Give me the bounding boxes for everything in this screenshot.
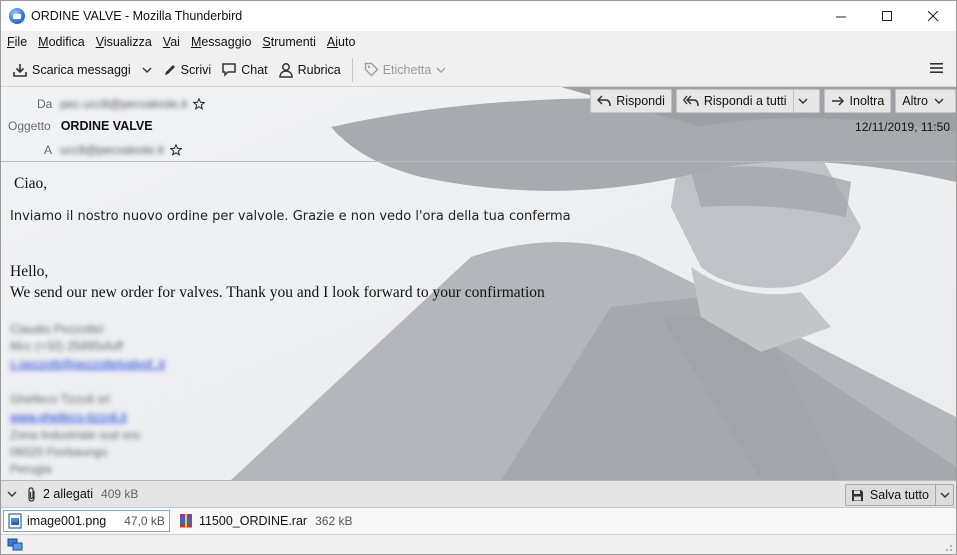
window-controls xyxy=(818,1,956,31)
attachment-item[interactable]: image001.png 47,0 kB xyxy=(3,510,170,532)
greeting-italian: Ciao, xyxy=(14,175,48,192)
close-button[interactable] xyxy=(910,1,956,31)
reply-all-button[interactable]: Rispondi a tutti xyxy=(675,89,820,113)
attachments-bar: 2 allegati 409 kB Salva tutto xyxy=(1,480,956,508)
more-button[interactable]: Altro xyxy=(895,89,956,113)
maximize-button[interactable] xyxy=(864,1,910,31)
menu-view[interactable]: Visualizza xyxy=(96,35,152,49)
forward-arrow-icon xyxy=(831,96,844,106)
main-toolbar: Scarica messaggi Scrivi Chat Rubrica Eti… xyxy=(1,53,956,87)
get-messages-dropdown[interactable] xyxy=(136,57,158,83)
star-icon[interactable] xyxy=(193,98,206,110)
message-date: 12/11/2019, 11:50 xyxy=(855,120,950,134)
from-address[interactable]: pec-ucc8@pecvalvole.it xyxy=(60,97,187,111)
signature-email-link[interactable]: c.pezzotti@pezzottelvalvof..it xyxy=(10,357,165,371)
menu-help[interactable]: Aiuto xyxy=(327,35,356,49)
thunderbird-app-icon xyxy=(9,8,25,24)
tag-button[interactable]: Etichetta xyxy=(359,57,456,83)
minimize-icon xyxy=(835,16,846,17)
reply-button[interactable]: Rispondi xyxy=(590,89,672,113)
attachment-count[interactable]: 2 allegati xyxy=(43,487,93,501)
greeting-english: Hello, xyxy=(10,263,49,280)
menu-edit[interactable]: Modifica xyxy=(38,35,85,49)
forward-button[interactable]: Inoltra xyxy=(823,89,892,113)
app-menu-button[interactable] xyxy=(930,62,944,77)
chevron-down-icon xyxy=(798,98,808,104)
menu-message[interactable]: Messaggio xyxy=(191,35,251,49)
contact-icon xyxy=(278,62,293,78)
menu-go[interactable]: Vai xyxy=(163,35,180,49)
reply-icon xyxy=(597,95,611,107)
close-icon xyxy=(927,10,938,21)
window-title: ORDINE VALVE - Mozilla Thunderbird xyxy=(31,9,243,23)
subject-row: Oggetto ORDINE VALVE xyxy=(8,119,153,133)
to-label: A xyxy=(44,143,53,157)
signature-phone: Mcc (+32) 25895xfuff xyxy=(10,339,123,353)
attachment-item[interactable]: 11500_ORDINE.rar 362 kB xyxy=(174,510,357,532)
signature-website-link[interactable]: www.ghelleco-tizzoli.it xyxy=(10,410,127,424)
subject-value: ORDINE VALVE xyxy=(60,119,153,133)
rar-archive-icon xyxy=(179,514,192,528)
tag-icon xyxy=(364,62,379,77)
get-messages-button[interactable]: Scarica messaggi xyxy=(7,57,136,83)
attachment-list: image001.png 47,0 kB 11500_ORDINE.rar 36… xyxy=(1,508,956,534)
signature-name: Claudio Pezzottel xyxy=(10,322,104,336)
chevron-down-icon[interactable] xyxy=(7,491,17,497)
chat-button[interactable]: Chat xyxy=(216,57,272,83)
header-divider xyxy=(1,161,956,162)
signature-company: Ghelleco Tizzoli srl xyxy=(10,392,111,406)
menu-bar: File Modifica Visualizza Vai Messaggio S… xyxy=(1,31,956,53)
reply-all-dropdown[interactable] xyxy=(792,90,813,112)
body-line-english: We send our new order for valves. Thank … xyxy=(10,284,545,301)
menu-tools[interactable]: Strumenti xyxy=(262,35,316,49)
from-row: Da pec-ucc8@pecvalvole.it xyxy=(37,97,206,111)
chat-bubble-icon xyxy=(222,63,236,77)
floppy-disk-icon xyxy=(851,489,863,501)
image-file-icon xyxy=(8,513,22,529)
save-all-button[interactable]: Salva tutto xyxy=(844,484,954,506)
message-actions: Rispondi Rispondi a tutti Inoltra Altro xyxy=(590,89,956,113)
online-status-icon[interactable] xyxy=(7,538,23,552)
body-line-italian: Inviamo il nostro nuovo ordine per valvo… xyxy=(10,209,571,224)
to-address[interactable]: ucc8@pecvalvole.it xyxy=(60,143,164,157)
chevron-down-icon xyxy=(436,67,446,73)
status-bar xyxy=(1,534,956,554)
address-book-button[interactable]: Rubrica xyxy=(273,57,346,83)
to-row: A ucc8@pecvalvole.it xyxy=(44,143,182,157)
resize-grip-icon[interactable] xyxy=(943,542,953,552)
toolbar-separator xyxy=(351,57,353,82)
hamburger-menu-icon xyxy=(930,63,943,73)
chevron-down-icon xyxy=(934,98,944,104)
message-pane: Rispondi Rispondi a tutti Inoltra Altro … xyxy=(1,87,956,480)
subject-label: Oggetto xyxy=(8,119,51,133)
menu-file[interactable]: File xyxy=(7,35,27,49)
pencil-icon xyxy=(164,64,175,75)
thunderbird-window: ORDINE VALVE - Mozilla Thunderbird File … xyxy=(0,0,957,555)
chevron-down-icon xyxy=(142,67,152,73)
title-bar: ORDINE VALVE - Mozilla Thunderbird xyxy=(1,1,956,31)
download-tray-icon xyxy=(13,63,27,77)
signature-city: Perugia xyxy=(10,462,52,476)
from-label: Da xyxy=(37,97,53,111)
paperclip-icon xyxy=(28,486,35,502)
reply-all-icon xyxy=(682,95,699,107)
save-all-dropdown[interactable] xyxy=(935,485,953,505)
minimize-button[interactable] xyxy=(818,1,864,31)
signature-street: Zona Industriale sud snc xyxy=(10,428,141,442)
signature-zip: 06020 Fiorbaungo xyxy=(10,445,108,459)
write-button[interactable]: Scrivi xyxy=(158,57,217,83)
star-icon[interactable] xyxy=(169,144,182,156)
attachment-total-size: 409 kB xyxy=(101,487,139,501)
chevron-down-icon xyxy=(940,492,949,498)
maximize-icon xyxy=(881,10,892,21)
